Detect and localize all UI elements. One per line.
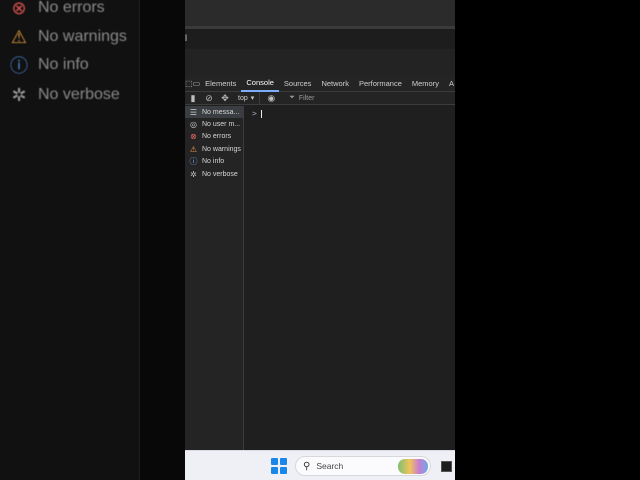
tab-elements[interactable]: Elements bbox=[200, 75, 241, 92]
tab-memory[interactable]: Memory bbox=[407, 75, 444, 92]
device-toggle-icon[interactable]: ▭ bbox=[193, 79, 201, 88]
inspect-icon[interactable]: ⬚ bbox=[185, 79, 193, 88]
backdrop-sidebar: ⊗ No errors ⚠ No warnings ⓘ No info ✲ No… bbox=[0, 0, 140, 480]
clear-console-icon[interactable]: ⊘ bbox=[201, 92, 217, 105]
bug-icon: ✲ bbox=[11, 84, 27, 105]
filter-input[interactable]: ⏷ Filter bbox=[285, 93, 455, 104]
tab-application[interactable]: A bbox=[444, 75, 455, 92]
backdrop-item-warnings: ⚠ No warnings bbox=[8, 26, 127, 48]
warning-icon: ⚠ bbox=[189, 144, 198, 154]
chevron-down-icon: ▾ bbox=[250, 95, 255, 102]
title-fragment: l bbox=[185, 33, 187, 43]
browser-window: l ⬚ ▭ Elements Console Sources Network P… bbox=[185, 0, 455, 480]
warning-icon: ⚠ bbox=[10, 26, 28, 47]
search-icon: ⚲ bbox=[303, 460, 311, 472]
context-select[interactable]: top ▾ bbox=[233, 91, 261, 105]
bug-icon: ✲ bbox=[190, 169, 197, 179]
taskbar: ⚲ Search bbox=[185, 450, 455, 480]
backdrop-item-verbose: ✲ No verbose bbox=[8, 84, 119, 106]
error-icon: ⊗ bbox=[11, 0, 27, 18]
backdrop-item-errors: ⊗ No errors bbox=[8, 0, 104, 19]
sidebar-item-messages[interactable]: ☰ No messa... bbox=[185, 106, 243, 119]
backdrop-left: ⊗ No errors ⚠ No warnings ⓘ No info ✲ No… bbox=[0, 0, 185, 480]
context-select-value: top bbox=[238, 94, 248, 102]
tab-network[interactable]: Network bbox=[316, 75, 354, 92]
user-icon: ◎ bbox=[190, 120, 197, 130]
sidebar-item-user-messages[interactable]: ◎ No user m... bbox=[185, 118, 243, 130]
devtools-header bbox=[185, 49, 455, 75]
sidebar-item-warnings[interactable]: ⚠ No warnings bbox=[185, 143, 243, 155]
sidebar-item-errors[interactable]: ⊗ No errors bbox=[185, 131, 243, 143]
taskbar-app-icon[interactable] bbox=[441, 461, 452, 472]
devtools-tabs: ⬚ ▭ Elements Console Sources Network Per… bbox=[185, 75, 455, 92]
taskbar-search[interactable]: ⚲ Search bbox=[295, 456, 431, 476]
create-live-expression-icon[interactable]: ✥ bbox=[217, 92, 233, 105]
console-prompt: > bbox=[252, 109, 257, 118]
tab-performance[interactable]: Performance bbox=[354, 75, 407, 92]
filter-placeholder: Filter bbox=[298, 94, 315, 102]
console-output[interactable]: > bbox=[245, 106, 455, 450]
tab-sources[interactable]: Sources bbox=[279, 75, 317, 92]
info-icon: ⓘ bbox=[10, 56, 28, 76]
info-icon: ⓘ bbox=[189, 157, 198, 167]
sidebar-item-verbose[interactable]: ✲ No verbose bbox=[185, 168, 243, 180]
tab-console[interactable]: Console bbox=[241, 75, 279, 92]
console-toolbar: ▮ ⊘ ✥ top ▾ ◉ ⏷ Filter bbox=[185, 91, 455, 105]
backdrop-right bbox=[455, 0, 640, 480]
window-top-strip bbox=[185, 0, 455, 26]
backdrop-item-info: ⓘ No info bbox=[10, 56, 89, 76]
search-highlight-icon bbox=[398, 459, 428, 474]
sidebar-item-info[interactable]: ⓘ No info bbox=[185, 156, 243, 168]
filter-icon: ⏷ bbox=[289, 94, 295, 101]
search-placeholder: Search bbox=[316, 461, 344, 471]
error-icon: ⊗ bbox=[190, 132, 197, 142]
title-row: l bbox=[185, 29, 455, 49]
windows-start-button[interactable] bbox=[271, 458, 287, 474]
sidebar-toggle-icon[interactable]: ▮ bbox=[185, 92, 201, 105]
list-icon: ☰ bbox=[189, 107, 198, 117]
console-caret bbox=[261, 110, 262, 118]
console-sidebar: ☰ No messa... ◎ No user m... ⊗ No errors… bbox=[185, 106, 244, 450]
eye-icon[interactable]: ◉ bbox=[263, 92, 279, 105]
